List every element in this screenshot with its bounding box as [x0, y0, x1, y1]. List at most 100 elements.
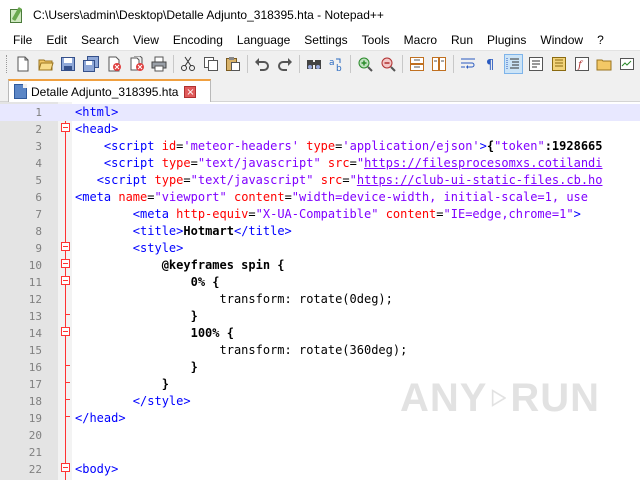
code-line[interactable]: 14 100% { — [0, 325, 640, 342]
save-icon[interactable] — [58, 54, 78, 74]
menu-language[interactable]: Language — [230, 30, 297, 50]
watermark-text-right: RUN — [510, 375, 600, 420]
code-text: <title>Hotmart</title> — [132, 224, 292, 238]
open-file-icon[interactable] — [36, 54, 56, 74]
menu-bar: File Edit Search View Encoding Language … — [0, 30, 640, 50]
menu-file[interactable]: File — [6, 30, 39, 50]
code-line[interactable]: 3 <script id='meteor-headers' type='appl… — [0, 138, 640, 155]
line-number: 2 — [35, 123, 42, 136]
line-number: 1 — [35, 106, 42, 119]
code-line[interactable]: 15 transform: rotate(360deg); — [0, 342, 640, 359]
code-line[interactable]: 22 <body> — [0, 461, 640, 478]
line-number: 19 — [28, 412, 42, 425]
line-number: 7 — [35, 208, 42, 221]
code-line[interactable]: 8 <title>Hotmart</title> — [0, 223, 640, 240]
code-text: 0% { — [75, 275, 220, 289]
code-line[interactable]: 4 <script type="text/javascript" src="ht… — [0, 155, 640, 172]
code-line[interactable]: 10 @keyframes spin { — [0, 257, 640, 274]
menu-search[interactable]: Search — [74, 30, 126, 50]
code-text: <script type="text/javascript" src="http… — [96, 173, 603, 187]
sync-vertical-icon[interactable] — [407, 54, 427, 74]
close-all-icon[interactable] — [127, 54, 147, 74]
menu-settings[interactable]: Settings — [297, 30, 354, 50]
find-icon[interactable] — [304, 54, 324, 74]
menu-window[interactable]: Window — [533, 30, 590, 50]
code-text: } — [75, 360, 198, 374]
redo-icon[interactable] — [275, 54, 295, 74]
code-line[interactable]: 12 transform: rotate(0deg); — [0, 291, 640, 308]
replace-icon[interactable]: ab — [326, 54, 346, 74]
menu-encoding[interactable]: Encoding — [166, 30, 230, 50]
code-text: <script id='meteor-headers' type='applic… — [103, 139, 603, 153]
code-text: transform: rotate(0deg); — [75, 292, 393, 306]
code-line[interactable]: 13 } — [0, 308, 640, 325]
code-line[interactable]: 6 <meta name="viewport" content="width=d… — [0, 189, 640, 206]
title-bar: C:\Users\admin\Desktop\Detalle Adjunto_3… — [0, 0, 640, 30]
code-line[interactable]: 21 — [0, 444, 640, 461]
line-number: 10 — [28, 259, 42, 272]
code-line[interactable]: 11 0% { — [0, 274, 640, 291]
toolbar-separator — [401, 54, 403, 73]
save-all-icon[interactable] — [81, 54, 101, 74]
word-wrap-icon[interactable] — [458, 54, 478, 74]
menu-edit[interactable]: Edit — [39, 30, 74, 50]
code-line[interactable]: 9 <style> — [0, 240, 640, 257]
cut-icon[interactable] — [178, 54, 198, 74]
tab-close-icon[interactable]: × — [184, 85, 197, 98]
menu-tools[interactable]: Tools — [355, 30, 397, 50]
code-text: </style> — [75, 394, 191, 408]
code-text: <head> — [75, 122, 119, 136]
sync-horizontal-icon[interactable] — [429, 54, 449, 74]
code-line[interactable]: 1 <html> — [0, 104, 640, 121]
new-file-icon[interactable] — [13, 54, 33, 74]
line-number: 12 — [28, 293, 42, 306]
menu-macro[interactable]: Macro — [397, 30, 444, 50]
line-number: 17 — [28, 378, 42, 391]
code-text: <meta http-equiv="X-UA-Compatible" conte… — [132, 207, 581, 221]
toolbar-grip[interactable] — [6, 54, 9, 73]
copy-icon[interactable] — [201, 54, 221, 74]
line-number: 8 — [35, 225, 42, 238]
indent-guide-icon[interactable] — [503, 53, 524, 74]
menu-help[interactable]: ? — [590, 30, 611, 50]
menu-run[interactable]: Run — [444, 30, 480, 50]
watermark-text-left: ANY — [400, 375, 488, 420]
notepadpp-app-icon — [9, 6, 25, 23]
lang-define-icon[interactable] — [526, 54, 546, 74]
line-number: 9 — [35, 242, 42, 255]
folder-workspace-icon[interactable] — [595, 54, 615, 74]
toolbar-separator — [298, 54, 300, 73]
function-list-icon[interactable]: f — [572, 54, 592, 74]
toolbar-separator — [453, 54, 455, 73]
code-text: <style> — [75, 241, 184, 255]
line-number: 3 — [35, 140, 42, 153]
anyrun-watermark: ANY RUN — [400, 368, 600, 428]
doc-map-icon[interactable] — [549, 54, 569, 74]
line-number: 21 — [28, 446, 42, 459]
code-line[interactable]: 5 <script type="text/javascript" src="ht… — [0, 172, 640, 189]
close-icon[interactable] — [104, 54, 124, 74]
tab-detalle-adjunto[interactable]: Detalle Adjunto_318395.hta × — [8, 79, 211, 102]
menu-plugins[interactable]: Plugins — [480, 30, 533, 50]
line-number: 14 — [28, 327, 42, 340]
menu-view[interactable]: View — [126, 30, 166, 50]
print-icon[interactable] — [149, 54, 169, 74]
paste-icon[interactable] — [224, 54, 244, 74]
saved-file-icon — [14, 84, 27, 99]
line-number: 16 — [28, 361, 42, 374]
code-text: transform: rotate(360deg); — [75, 343, 408, 357]
undo-icon[interactable] — [252, 54, 272, 74]
code-line[interactable]: 20 — [0, 427, 640, 444]
monitoring-icon[interactable] — [617, 54, 637, 74]
show-all-chars-icon[interactable]: ¶ — [481, 54, 501, 74]
zoom-out-icon[interactable] — [378, 54, 398, 74]
line-number: 15 — [28, 344, 42, 357]
code-text: <html> — [75, 105, 119, 119]
line-number: 18 — [28, 395, 42, 408]
zoom-in-icon[interactable] — [355, 54, 375, 74]
code-line[interactable]: 7 <meta http-equiv="X-UA-Compatible" con… — [0, 206, 640, 223]
line-number: 11 — [28, 276, 42, 289]
toolbar: ab ¶ f — [0, 50, 640, 76]
code-text: @keyframes spin { — [75, 258, 285, 272]
code-line[interactable]: 2 <head> — [0, 121, 640, 138]
